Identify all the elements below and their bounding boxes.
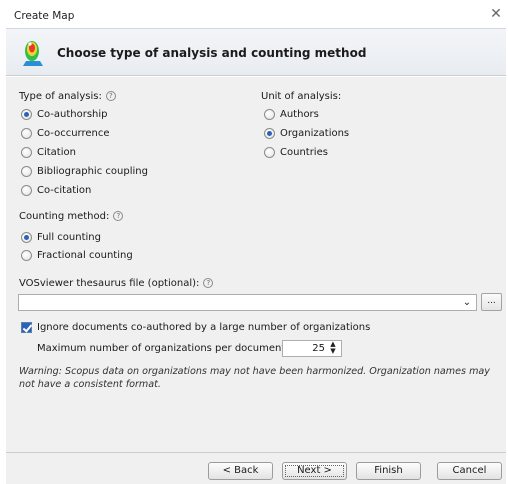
radio-label: Countries xyxy=(280,147,328,158)
vosviewer-map-icon xyxy=(23,41,43,66)
max-organizations-spinner[interactable]: 25 ▲ ▼ xyxy=(282,340,342,357)
radio-button-icon[interactable] xyxy=(21,232,32,243)
window-title: Create Map xyxy=(14,10,75,22)
radio-button-icon[interactable] xyxy=(264,128,275,139)
back-button[interactable]: < Back xyxy=(208,462,273,480)
page-title: Choose type of analysis and counting met… xyxy=(57,46,367,60)
finish-button[interactable]: Finish xyxy=(356,462,421,480)
radio-button-icon[interactable] xyxy=(264,109,275,120)
thesaurus-label: VOSviewer thesaurus file (optional):? xyxy=(19,278,214,289)
ignore-documents-checkbox-row[interactable]: Ignore documents co-authored by a large … xyxy=(21,322,370,333)
radio-citation[interactable]: Citation xyxy=(21,147,76,158)
chevron-down-icon[interactable]: ⌄ xyxy=(461,296,473,309)
radio-button-icon[interactable] xyxy=(21,166,32,177)
cancel-button[interactable]: Cancel xyxy=(437,462,502,480)
next-button[interactable]: Next > xyxy=(282,462,347,480)
radio-label: Co-occurrence xyxy=(37,128,110,139)
radio-authors[interactable]: Authors xyxy=(264,109,319,120)
radio-button-icon[interactable] xyxy=(21,147,32,158)
checkbox-checked-icon[interactable] xyxy=(21,322,32,333)
browse-button[interactable]: ... xyxy=(481,293,502,311)
spinner-arrows-icon[interactable]: ▲ ▼ xyxy=(327,341,339,356)
radio-label: Fractional counting xyxy=(37,250,133,261)
radio-label: Bibliographic coupling xyxy=(37,166,148,177)
unit-of-analysis-label: Unit of analysis: xyxy=(261,91,342,102)
radio-label: Co-authorship xyxy=(37,109,108,120)
warning-text: Warning: Scopus data on organizations ma… xyxy=(19,366,490,390)
radio-countries[interactable]: Countries xyxy=(264,147,328,158)
radio-button-icon[interactable] xyxy=(264,147,275,158)
radio-fractional-counting[interactable]: Fractional counting xyxy=(21,250,133,261)
radio-button-icon[interactable] xyxy=(21,185,32,196)
radio-button-icon[interactable] xyxy=(21,250,32,261)
max-organizations-label: Maximum number of organizations per docu… xyxy=(37,343,289,354)
radio-co-citation[interactable]: Co-citation xyxy=(21,185,91,196)
help-icon[interactable]: ? xyxy=(203,278,214,288)
radio-label: Co-citation xyxy=(37,185,92,196)
thesaurus-file-combobox[interactable]: ⌄ xyxy=(18,294,477,311)
ignore-documents-label: Ignore documents co-authored by a large … xyxy=(37,322,371,333)
counting-method-label: Counting method:? xyxy=(19,211,124,222)
thesaurus-text: VOSviewer thesaurus file (optional): xyxy=(19,278,200,289)
radio-co-authorship[interactable]: Co-authorship xyxy=(21,109,108,120)
radio-button-icon[interactable] xyxy=(21,109,32,120)
radio-co-occurrence[interactable]: Co-occurrence xyxy=(21,128,110,139)
radio-label: Full counting xyxy=(37,232,101,243)
radio-button-icon[interactable] xyxy=(21,128,32,139)
type-of-analysis-label: Type of analysis:? xyxy=(19,91,116,102)
counting-method-text: Counting method: xyxy=(19,211,110,222)
radio-organizations[interactable]: Organizations xyxy=(264,128,349,139)
radio-label: Citation xyxy=(37,147,76,158)
type-of-analysis-text: Type of analysis: xyxy=(19,91,102,102)
help-icon[interactable]: ? xyxy=(113,211,124,221)
radio-bibliographic-coupling[interactable]: Bibliographic coupling xyxy=(21,166,148,177)
help-icon[interactable]: ? xyxy=(105,91,116,101)
close-icon[interactable]: ✕ xyxy=(488,6,504,22)
radio-label: Authors xyxy=(280,109,319,120)
radio-label: Organizations xyxy=(280,128,350,139)
radio-full-counting[interactable]: Full counting xyxy=(21,232,101,243)
max-organizations-value[interactable]: 25 xyxy=(312,343,325,354)
